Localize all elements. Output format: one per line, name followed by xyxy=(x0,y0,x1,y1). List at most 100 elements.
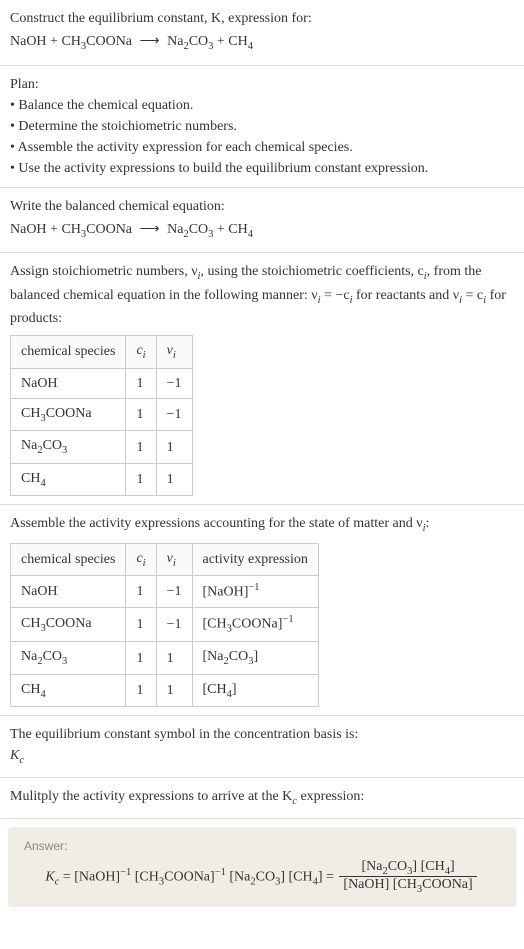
text: COONa xyxy=(46,406,92,421)
stoich-section: Assign stoichiometric numbers, νi, using… xyxy=(0,253,524,505)
sup: −1 xyxy=(120,866,131,877)
sub: 4 xyxy=(40,689,45,700)
text: [NaOH] xyxy=(203,585,249,600)
text: CO xyxy=(43,649,62,664)
stoich-table: chemical species ci νi NaOH 1 −1 CH 3 COON… xyxy=(10,335,193,496)
text: ] xyxy=(450,859,455,874)
activity-section: Assemble the activity expressions accoun… xyxy=(0,505,524,716)
col-species: chemical species xyxy=(11,336,126,369)
plan-bullet: • Determine the stoichiometric numbers. xyxy=(10,116,514,137)
cell: 1 xyxy=(156,674,192,707)
sub: i xyxy=(143,558,146,569)
multiply-section: Mulitply the activity expressions to arr… xyxy=(0,778,524,819)
answer-box: Answer: Kc = [NaOH]−1 [CH3COONa]−1 [Na2C… xyxy=(8,827,516,908)
col-nui: νi xyxy=(156,336,192,369)
text: Assign stoichiometric numbers, ν xyxy=(10,264,198,279)
cell: NaOH xyxy=(11,368,126,398)
text: COONa] xyxy=(232,617,283,632)
text: CO xyxy=(256,869,275,884)
table-row: NaOH 1 −1 xyxy=(11,368,193,398)
col-ci: ci xyxy=(126,336,156,369)
prompt-section: Construct the equilibrium constant, K, e… xyxy=(0,0,524,66)
prompt-equation: NaOH + CH3COONa ⟶ Na2CO3 + CH4 xyxy=(10,31,514,55)
balanced-title: Write the balanced chemical equation: xyxy=(10,196,514,217)
text: [CH xyxy=(203,682,227,697)
text: CH xyxy=(21,471,40,486)
text: CO xyxy=(388,859,407,874)
text: Na xyxy=(21,438,37,453)
cell: 1 xyxy=(156,463,192,496)
text: [Na xyxy=(226,869,251,884)
cell: 1 xyxy=(126,608,156,642)
text: [CH xyxy=(203,617,227,632)
sub: 3 xyxy=(62,445,67,456)
prompt-line1: Construct the equilibrium constant, K, e… xyxy=(10,8,514,29)
eq-part: COONa xyxy=(86,34,132,49)
cell: 1 xyxy=(126,398,156,431)
text: ] [CH xyxy=(280,869,312,884)
symbol-section: The equilibrium constant symbol in the c… xyxy=(0,716,524,778)
symbol-line1: The equilibrium constant symbol in the c… xyxy=(10,724,514,745)
text: Na xyxy=(21,649,37,664)
text: CH xyxy=(21,406,40,421)
text: K xyxy=(10,748,19,763)
text: [Na xyxy=(361,859,382,874)
col-activity: activity expression xyxy=(192,543,318,576)
text: = c xyxy=(462,288,483,303)
col-nui: νi xyxy=(156,543,192,576)
denominator: [NaOH] [CH3COONa] xyxy=(339,877,476,895)
text: COONa xyxy=(46,616,92,631)
text: ] xyxy=(232,682,237,697)
eq-part: CO xyxy=(189,34,208,49)
cell: NaOH xyxy=(11,576,126,608)
cell: −1 xyxy=(156,368,192,398)
plan-bullet: • Use the activity expressions to build … xyxy=(10,158,514,179)
table-row: NaOH 1 −1 [NaOH]−1 xyxy=(11,576,319,608)
answer-equation: Kc = [NaOH]−1 [CH3COONa]−1 [Na2CO3] [CH4… xyxy=(24,859,500,896)
sub: 3 xyxy=(62,656,67,667)
text: NaOH xyxy=(21,584,58,599)
cell: 1 xyxy=(126,431,156,464)
text: for reactants and ν xyxy=(352,288,459,303)
balanced-equation: NaOH + CH3COONa ⟶ Na2CO3 + CH4 xyxy=(10,219,514,243)
cell: Na2CO3 xyxy=(11,642,126,675)
table-row: Na2CO3 1 1 xyxy=(11,431,193,464)
plan-section: Plan: • Balance the chemical equation. •… xyxy=(0,66,524,188)
cell: −1 xyxy=(156,576,192,608)
text: COONa] xyxy=(164,869,215,884)
col-species: chemical species xyxy=(11,543,126,576)
table-row: CH4 1 1 [CH4] xyxy=(11,674,319,707)
sup: −1 xyxy=(215,866,226,877)
sub: i xyxy=(173,350,176,361)
text: ] = xyxy=(318,869,338,884)
table-row: CH4 1 1 xyxy=(11,463,193,496)
text: CH xyxy=(21,682,40,697)
cell: 1 xyxy=(126,576,156,608)
sub: i xyxy=(143,350,146,361)
text: Assemble the activity expressions accoun… xyxy=(10,516,423,531)
plan-title: Plan: xyxy=(10,74,514,95)
multiply-title: Mulitply the activity expressions to arr… xyxy=(10,786,514,810)
sup: −1 xyxy=(282,614,293,625)
eq-part: + CH xyxy=(213,34,247,49)
fraction: [Na2CO3] [CH4][NaOH] [CH3COONa] xyxy=(339,859,476,896)
text: ] [CH xyxy=(412,859,444,874)
text: : xyxy=(426,516,430,531)
cell: 1 xyxy=(126,463,156,496)
cell: 1 xyxy=(126,642,156,675)
text: [CH xyxy=(131,869,159,884)
sub: c xyxy=(19,755,24,766)
cell: CH4 xyxy=(11,674,126,707)
numerator: [Na2CO3] [CH4] xyxy=(339,859,476,878)
eq-part: Na xyxy=(167,222,183,237)
cell: −1 xyxy=(156,398,192,431)
text: NaOH xyxy=(21,376,58,391)
cell: CH4 xyxy=(11,463,126,496)
activity-title: Assemble the activity expressions accoun… xyxy=(10,513,514,537)
cell: Na2CO3 xyxy=(11,431,126,464)
cell: 1 xyxy=(156,431,192,464)
cell: CH3COONa xyxy=(11,608,126,642)
cell: [CH4] xyxy=(192,674,318,707)
cell: 1 xyxy=(156,642,192,675)
eq-part: CO xyxy=(189,222,208,237)
